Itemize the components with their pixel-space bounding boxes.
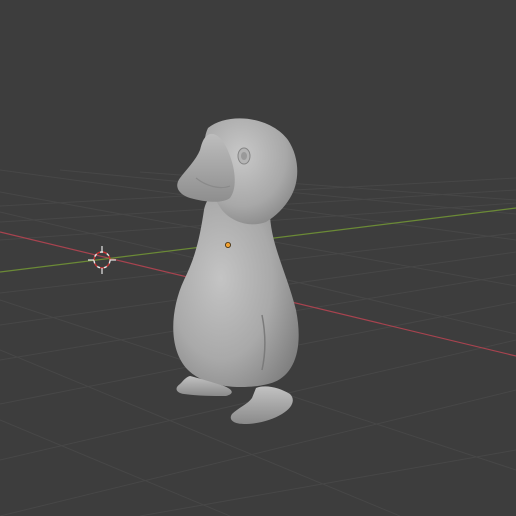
object-origin-icon[interactable] xyxy=(224,241,231,248)
viewport-canvas[interactable] xyxy=(0,0,516,516)
3d-viewport[interactable] xyxy=(0,0,516,516)
duck-eye-pupil xyxy=(241,152,247,160)
duck-sculpt-mesh[interactable] xyxy=(173,118,299,424)
